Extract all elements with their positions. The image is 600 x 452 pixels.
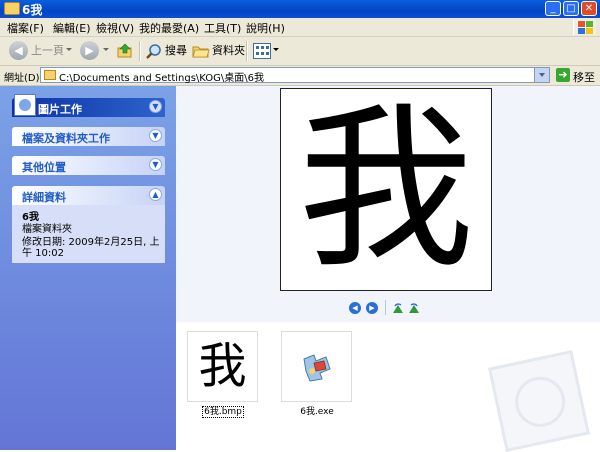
preview-image: 我: [297, 88, 474, 291]
panel-title: 圖片工作: [38, 103, 82, 116]
image-preview[interactable]: 我: [280, 88, 492, 291]
back-dropdown-icon[interactable]: [66, 48, 72, 51]
expand-chevron-icon[interactable]: ▼: [149, 158, 162, 171]
go-arrow-icon[interactable]: ➜: [556, 68, 570, 82]
menu-bar: 檔案(F) 編輯(E) 檢視(V) 我的最愛(A) 工具(T) 說明(H): [0, 18, 600, 37]
toolbar-separator: [139, 41, 141, 61]
go-button[interactable]: 移至: [573, 69, 595, 85]
details-content: 6我 檔案資料夾 修改日期: 2009年2月25日, 上午 10:02: [12, 205, 165, 263]
panel-details[interactable]: 詳細資料 ▲: [12, 186, 165, 205]
puzzle-app-icon: [300, 349, 334, 383]
previous-image-icon[interactable]: ◀: [349, 302, 361, 314]
thumbnail-bmp[interactable]: 我: [187, 331, 258, 402]
views-icon[interactable]: [253, 43, 271, 59]
menu-help[interactable]: 說明(H): [246, 20, 285, 36]
up-folder-icon[interactable]: [117, 43, 133, 58]
panel-title: 檔案及資料夾工作: [22, 132, 110, 145]
address-bar: 網址(D) C:\Documents and Settings\KOG\桌面\6…: [0, 66, 600, 86]
controls-separator: [385, 300, 386, 315]
minimize-button[interactable]: _: [545, 1, 561, 16]
details-modified: 修改日期: 2009年2月25日, 上午 10:02: [22, 237, 160, 259]
close-button[interactable]: ✕: [581, 1, 597, 16]
picture-tasks-icon: [14, 94, 36, 116]
address-label: 網址(D): [4, 73, 40, 84]
menu-favorites[interactable]: 我的最愛(A): [139, 20, 199, 36]
filmstrip-preview: 我 ◀ ▶: [176, 86, 600, 322]
filmstrip-thumbnails: 我 6我.bmp 6我.exe: [176, 322, 600, 452]
address-input[interactable]: C:\Documents and Settings\KOG\桌面\6我: [40, 67, 550, 84]
forward-arrow-icon[interactable]: ▶: [80, 41, 99, 60]
panel-other-places[interactable]: 其他位置 ▼: [12, 156, 165, 175]
search-button[interactable]: 搜尋: [165, 40, 187, 62]
task-pane: 圖片工作 ▼ 檔案及資料夾工作 ▼ 其他位置 ▼ 詳細資料 ▲ 6我 檔案資料夾…: [0, 86, 176, 450]
expand-chevron-icon[interactable]: ▼: [149, 129, 162, 142]
file-name: 6我.bmp: [202, 406, 244, 418]
toolbar: ◀ 上一頁 ▶ 搜尋 資料夾: [0, 37, 600, 66]
title-bar[interactable]: 6我 _ □ ✕: [0, 0, 600, 18]
folders-button[interactable]: 資料夾: [212, 40, 245, 62]
address-dropdown-button[interactable]: [534, 68, 549, 82]
details-type: 檔案資料夾: [22, 224, 72, 235]
menu-file[interactable]: 檔案(F): [7, 20, 44, 36]
next-image-icon[interactable]: ▶: [366, 302, 378, 314]
back-arrow-icon[interactable]: ◀: [9, 41, 28, 60]
watermark-picture-icon: [487, 349, 591, 452]
folder-icon: [4, 2, 20, 15]
search-icon[interactable]: [145, 43, 162, 60]
address-path: C:\Documents and Settings\KOG\桌面\6我: [59, 73, 265, 84]
folder-icon: [44, 70, 56, 80]
toolbar-separator: [246, 41, 248, 61]
file-label-bmp[interactable]: 6我.bmp: [183, 404, 263, 418]
collapse-chevron-icon[interactable]: ▲: [149, 188, 162, 201]
file-label-exe[interactable]: 6我.exe: [277, 404, 357, 417]
panel-title: 其他位置: [22, 161, 66, 174]
file-name: 6我.exe: [300, 407, 334, 417]
thumbnail-image: 我: [198, 338, 247, 394]
folders-icon[interactable]: [192, 43, 210, 59]
rotate-counterclockwise-icon[interactable]: [408, 302, 420, 314]
forward-dropdown-icon[interactable]: [103, 48, 109, 51]
windows-logo-icon: [573, 19, 596, 35]
maximize-button[interactable]: □: [563, 1, 579, 16]
thumbnail-exe[interactable]: [281, 331, 352, 402]
expand-chevron-icon[interactable]: ▼: [149, 100, 162, 113]
window-title: 6我: [22, 3, 43, 17]
menu-view[interactable]: 檢視(V): [96, 20, 134, 36]
panel-picture-tasks[interactable]: 圖片工作 ▼: [12, 94, 165, 117]
menu-edit[interactable]: 編輯(E): [53, 20, 91, 36]
panel-title: 詳細資料: [22, 191, 66, 204]
views-dropdown-icon[interactable]: [273, 48, 279, 51]
rotate-clockwise-icon[interactable]: [392, 302, 404, 314]
menu-tools[interactable]: 工具(T): [204, 20, 241, 36]
back-button[interactable]: 上一頁: [31, 40, 64, 62]
panel-file-folder-tasks[interactable]: 檔案及資料夾工作 ▼: [12, 127, 165, 146]
